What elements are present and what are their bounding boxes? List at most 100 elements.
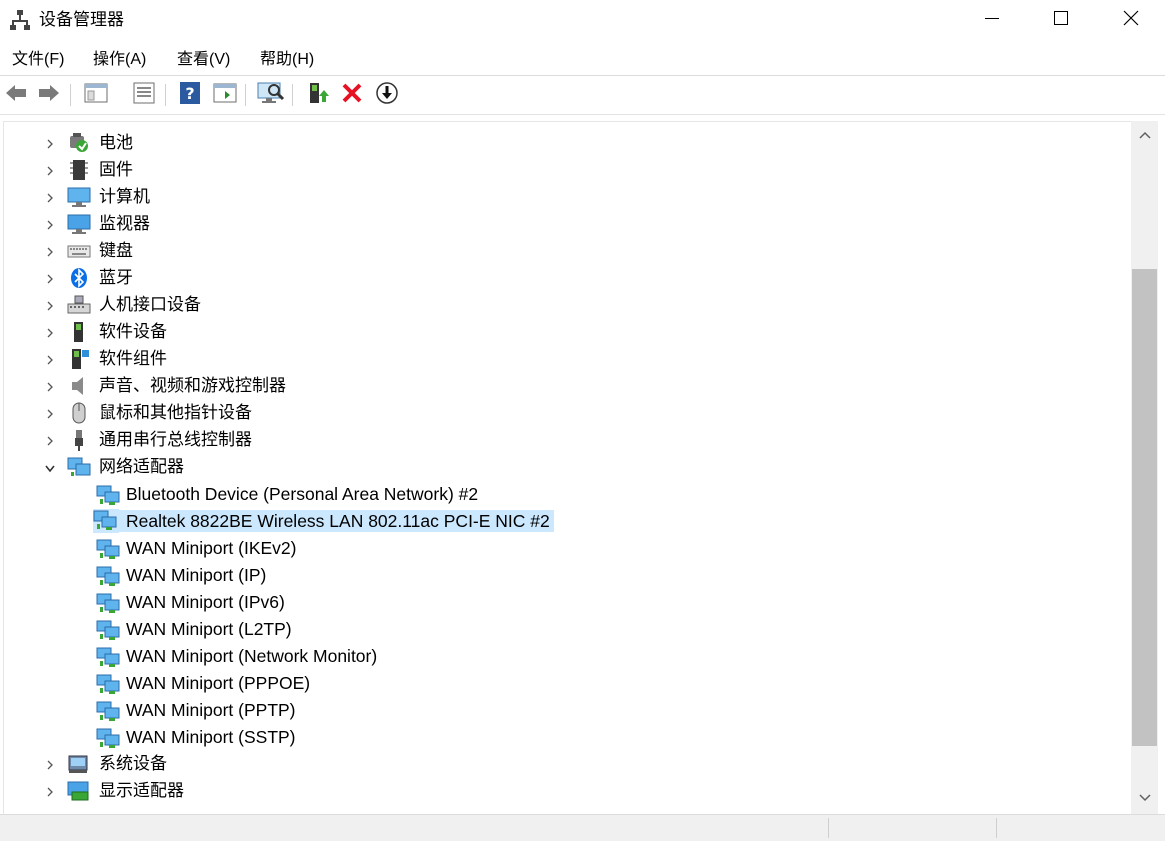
tree-device-label: Realtek 8822BE Wireless LAN 802.11ac PCI… bbox=[119, 510, 554, 532]
tree-category-label: 软件组件 bbox=[99, 349, 167, 368]
tree-category-label: 声音、视频和游戏控制器 bbox=[99, 376, 286, 395]
usb-icon bbox=[67, 429, 91, 451]
update-driver-button[interactable] bbox=[305, 82, 331, 108]
tree-category-row[interactable]: 蓝牙 bbox=[4, 265, 1131, 292]
menu-view[interactable]: 查看(V) bbox=[175, 49, 232, 71]
collapsed-arrow-icon[interactable] bbox=[45, 245, 55, 257]
close-icon bbox=[1123, 10, 1139, 31]
tree-device-row[interactable]: Realtek 8822BE Wireless LAN 802.11ac PCI… bbox=[4, 508, 1131, 535]
scroll-down-button[interactable] bbox=[1131, 784, 1158, 814]
scroll-thumb[interactable] bbox=[1132, 269, 1157, 746]
collapsed-arrow-icon[interactable] bbox=[45, 137, 55, 149]
maximize-button[interactable] bbox=[1038, 0, 1084, 40]
battery-icon bbox=[67, 132, 91, 154]
close-button[interactable] bbox=[1108, 0, 1154, 40]
toolbar-separator bbox=[165, 84, 166, 106]
tree-device-row[interactable]: Bluetooth Device (Personal Area Network)… bbox=[4, 481, 1131, 508]
tree-category-label: 通用串行总线控制器 bbox=[99, 430, 252, 449]
system-device-icon bbox=[67, 753, 91, 775]
collapsed-arrow-icon[interactable] bbox=[45, 191, 55, 203]
collapsed-arrow-icon[interactable] bbox=[45, 218, 55, 230]
minimize-button[interactable] bbox=[969, 0, 1015, 40]
tree-category-row[interactable]: 键盘 bbox=[4, 238, 1131, 265]
display-adapter-icon bbox=[67, 780, 91, 802]
tree-device-row[interactable]: WAN Miniport (IKEv2) bbox=[4, 535, 1131, 562]
tree-category-row[interactable]: 系统设备 bbox=[4, 751, 1131, 778]
tree-device-label: WAN Miniport (L2TP) bbox=[126, 619, 292, 639]
collapsed-arrow-icon[interactable] bbox=[45, 785, 55, 797]
network-device-icon bbox=[96, 619, 120, 641]
computer-icon bbox=[67, 186, 91, 208]
status-divider bbox=[996, 818, 997, 838]
scan-hardware-icon bbox=[257, 81, 285, 110]
forward-icon bbox=[37, 83, 61, 108]
collapsed-arrow-icon[interactable] bbox=[45, 353, 55, 365]
maximize-icon bbox=[1053, 10, 1069, 31]
tree-category-row[interactable]: 人机接口设备 bbox=[4, 292, 1131, 319]
device-tree[interactable]: 电池固件计算机 监视器 键盘蓝牙人机接口设备软件设备软件组件声音、视频和游戏控制器鼠… bbox=[3, 121, 1131, 815]
network-device-icon bbox=[96, 673, 120, 695]
status-bar bbox=[0, 814, 1165, 841]
tree-category-row[interactable]: 显示适配器 bbox=[4, 778, 1131, 805]
toolbar-separator bbox=[292, 84, 293, 106]
collapsed-arrow-icon[interactable] bbox=[45, 434, 55, 446]
status-divider bbox=[828, 818, 829, 838]
tree-category-label: 固件 bbox=[99, 160, 133, 179]
update-driver-icon bbox=[306, 81, 330, 110]
tree-category-row[interactable]: 通用串行总线控制器 bbox=[4, 427, 1131, 454]
tree-category-label: 蓝牙 bbox=[99, 268, 133, 287]
collapsed-arrow-icon[interactable] bbox=[45, 299, 55, 311]
tree-category-row[interactable]: 计算机 bbox=[4, 184, 1131, 211]
tree-device-row[interactable]: WAN Miniport (L2TP) bbox=[4, 616, 1131, 643]
tree-category-row[interactable]: 声音、视频和游戏控制器 bbox=[4, 373, 1131, 400]
menu-file[interactable]: 文件(F) bbox=[10, 49, 66, 71]
tree-device-row[interactable]: WAN Miniport (PPPOE) bbox=[4, 670, 1131, 697]
show-hide-tree-button[interactable] bbox=[83, 82, 109, 108]
tree-device-label: WAN Miniport (SSTP) bbox=[126, 727, 296, 747]
tree-device-label: WAN Miniport (IKEv2) bbox=[126, 538, 297, 558]
back-button[interactable] bbox=[3, 82, 29, 108]
expanded-arrow-icon[interactable] bbox=[44, 461, 55, 473]
tree-device-label: WAN Miniport (Network Monitor) bbox=[126, 646, 378, 666]
keyboard-icon bbox=[67, 240, 91, 262]
collapsed-arrow-icon[interactable] bbox=[45, 758, 55, 770]
disable-device-icon bbox=[375, 81, 399, 110]
tree-category-row[interactable]: 固件 bbox=[4, 157, 1131, 184]
tree-category-row[interactable]: 监视器 bbox=[4, 211, 1131, 238]
tree-category-label: 鼠标和其他指针设备 bbox=[99, 403, 252, 422]
scan-hardware-button[interactable] bbox=[257, 81, 285, 110]
speaker-icon bbox=[67, 375, 91, 397]
tree-category-row[interactable]: 电池 bbox=[4, 130, 1131, 157]
tree-category-label: 人机接口设备 bbox=[99, 295, 201, 314]
scroll-up-button[interactable] bbox=[1131, 121, 1158, 151]
network-device-icon bbox=[96, 727, 120, 749]
toolbar-separator bbox=[245, 84, 246, 106]
network-device-icon bbox=[96, 592, 120, 614]
collapsed-arrow-icon[interactable] bbox=[45, 326, 55, 338]
menu-help[interactable]: 帮助(H) bbox=[258, 49, 316, 71]
tree-category-row[interactable]: 软件组件 bbox=[4, 346, 1131, 373]
tree-category-row[interactable]: 软件设备 bbox=[4, 319, 1131, 346]
tree-category-row[interactable]: 网络适配器 bbox=[4, 454, 1131, 481]
properties-button[interactable] bbox=[131, 82, 157, 108]
collapsed-arrow-icon[interactable] bbox=[45, 164, 55, 176]
tree-device-row[interactable]: WAN Miniport (PPTP) bbox=[4, 697, 1131, 724]
forward-button[interactable] bbox=[36, 82, 62, 108]
show-hide-tree-icon bbox=[84, 82, 108, 109]
chevron-up-icon bbox=[1138, 127, 1151, 145]
tree-device-row[interactable]: WAN Miniport (Network Monitor) bbox=[4, 643, 1131, 670]
tree-device-row[interactable]: WAN Miniport (SSTP) bbox=[4, 724, 1131, 751]
disable-device-button[interactable] bbox=[374, 81, 400, 110]
menu-action[interactable]: 操作(A) bbox=[91, 49, 148, 71]
help-button[interactable]: ? bbox=[177, 81, 203, 108]
action-pane-button[interactable] bbox=[212, 82, 238, 108]
tree-category-row[interactable]: 鼠标和其他指针设备 bbox=[4, 400, 1131, 427]
tree-device-row[interactable]: WAN Miniport (IP) bbox=[4, 562, 1131, 589]
collapsed-arrow-icon[interactable] bbox=[45, 407, 55, 419]
tree-device-row[interactable]: WAN Miniport (IPv6) bbox=[4, 589, 1131, 616]
vertical-scrollbar[interactable] bbox=[1131, 121, 1158, 814]
collapsed-arrow-icon[interactable] bbox=[45, 272, 55, 284]
collapsed-arrow-icon[interactable] bbox=[45, 380, 55, 392]
software-device-icon bbox=[67, 321, 91, 343]
uninstall-button[interactable] bbox=[339, 82, 365, 108]
